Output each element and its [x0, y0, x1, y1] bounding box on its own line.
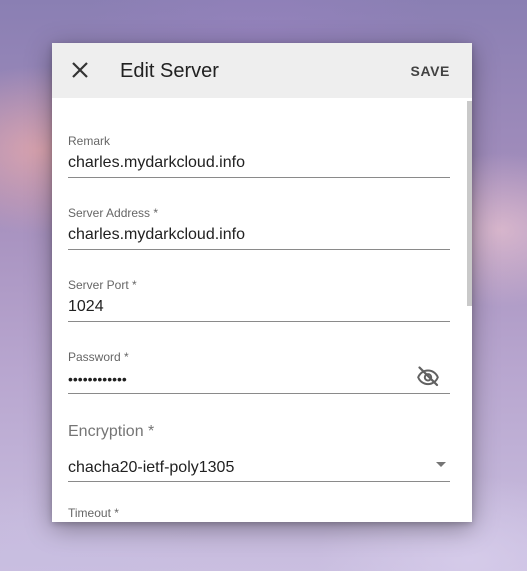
- remark-input[interactable]: charles.mydarkcloud.info: [68, 153, 245, 173]
- close-button[interactable]: [64, 54, 96, 86]
- password-input[interactable]: ••••••••••••: [68, 369, 127, 389]
- encryption-label: Encryption *: [68, 423, 155, 440]
- scrollbar[interactable]: [467, 98, 472, 522]
- server-address-input[interactable]: charles.mydarkcloud.info: [68, 225, 245, 245]
- visibility-off-icon: [417, 366, 439, 387]
- dialog-app-bar: Edit Server SAVE: [52, 43, 472, 98]
- server-port-field[interactable]: Server Port * 1024: [68, 278, 450, 326]
- form-content[interactable]: Remark charles.mydarkcloud.info Server A…: [52, 98, 472, 522]
- password-field[interactable]: Password * ••••••••••••: [68, 350, 450, 398]
- remark-underline: [68, 177, 450, 178]
- timeout-field[interactable]: Timeout *: [68, 506, 450, 522]
- toggle-password-visibility-button[interactable]: [416, 364, 440, 388]
- close-icon: [72, 62, 88, 78]
- timeout-label: Timeout *: [68, 506, 119, 520]
- server-address-underline: [68, 249, 450, 250]
- server-address-field[interactable]: Server Address * charles.mydarkcloud.inf…: [68, 206, 450, 254]
- password-label: Password *: [68, 350, 129, 364]
- arrow-drop-down-icon[interactable]: [436, 462, 446, 467]
- remark-field[interactable]: Remark charles.mydarkcloud.info: [68, 134, 450, 182]
- server-address-label: Server Address *: [68, 206, 159, 220]
- remark-label: Remark: [68, 134, 111, 148]
- encryption-select[interactable]: Encryption * chacha20-ietf-poly1305: [68, 422, 450, 484]
- server-port-label: Server Port *: [68, 278, 137, 292]
- dialog-title: Edit Server: [120, 60, 219, 82]
- password-underline: [68, 393, 450, 394]
- scrollbar-thumb[interactable]: [467, 101, 472, 306]
- server-port-input[interactable]: 1024: [68, 297, 104, 317]
- edit-server-dialog: Edit Server SAVE Remark charles.mydarkcl…: [52, 43, 472, 522]
- encryption-underline: [68, 481, 450, 482]
- server-port-underline: [68, 321, 450, 322]
- save-button[interactable]: SAVE: [411, 62, 451, 80]
- encryption-value[interactable]: chacha20-ietf-poly1305: [68, 458, 234, 478]
